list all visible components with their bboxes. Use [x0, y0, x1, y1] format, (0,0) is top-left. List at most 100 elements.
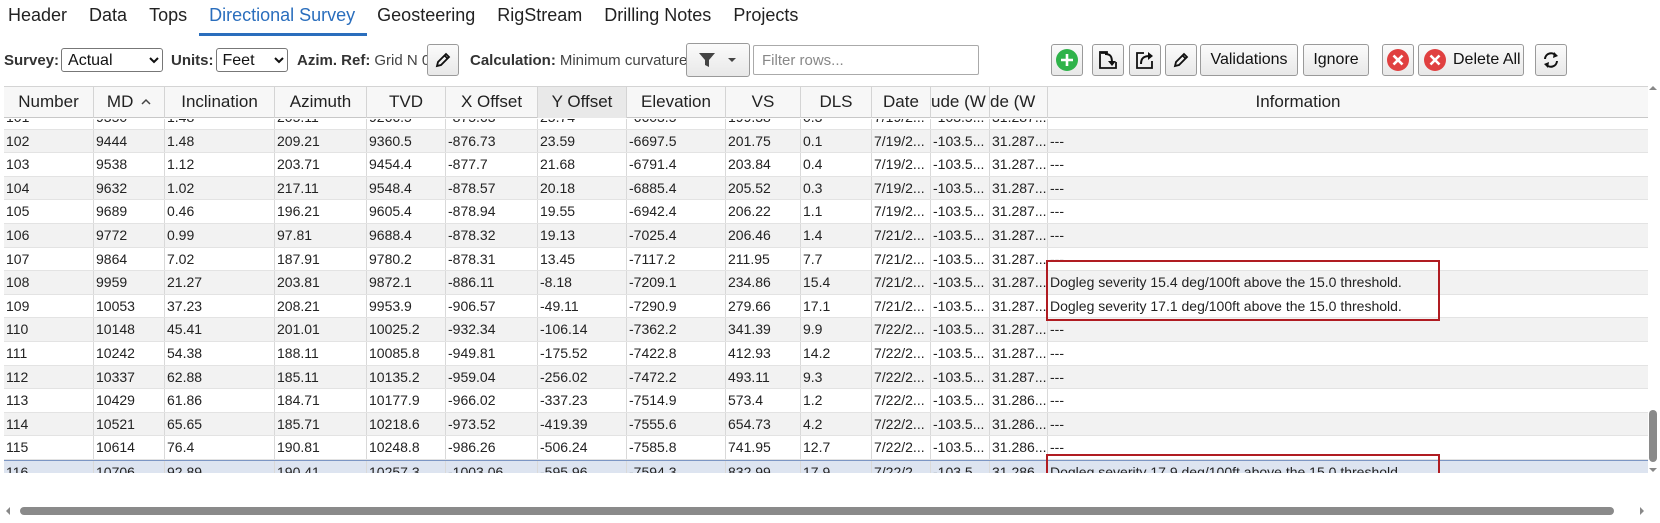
cell-information: --- [1050, 368, 1064, 385]
tab-rigstream[interactable]: RigStream [487, 4, 594, 36]
column-header-y-offset[interactable]: Y Offset [538, 87, 627, 118]
cell-y-offset: -419.39 [538, 412, 627, 436]
cell-vs: 493.11 [726, 365, 801, 389]
cell-inclination: 65.65 [165, 412, 275, 436]
cell-number: 102 [4, 129, 94, 153]
cell-tvd: 9454.4 [367, 153, 446, 176]
tab-drilling-notes[interactable]: Drilling Notes [594, 4, 723, 36]
cell-latitude: 31.287... [990, 318, 1048, 341]
table-row[interactable]: 108 9959 21.27 203.81 9872.1 -886.11 -8.18 -720… [4, 271, 1648, 295]
cell-date: 7/19/2... [872, 200, 931, 223]
table-row[interactable]: 104 9632 1.02 217.11 9548.4 -878.57 20.18 -6885… [4, 176, 1648, 201]
table-row[interactable]: 110 10148 45.41 201.01 10025.2 -932.34 -106.14… [4, 318, 1648, 342]
cell-dls: 17.9 [801, 460, 872, 473]
column-header-x-offset[interactable]: X Offset [446, 87, 538, 118]
cell-tvd: 9780.2 [367, 247, 446, 271]
tab-bar: Header Data Tops Directional Survey Geos… [0, 0, 1660, 36]
cell-inclination: 0.46 [165, 200, 275, 223]
cell-inclination: 1.02 [165, 176, 275, 200]
cell-inclination: 7.02 [165, 247, 275, 271]
column-header-latitude[interactable]: de (W [990, 87, 1048, 118]
refresh-button[interactable] [1535, 44, 1567, 76]
tab-projects[interactable]: Projects [723, 4, 810, 36]
column-header-information[interactable]: Information [1048, 87, 1548, 118]
column-header-number[interactable]: Number [4, 87, 94, 118]
pencil-icon [435, 52, 451, 68]
tab-directional-survey[interactable]: Directional Survey [199, 4, 368, 36]
cell-longitude: -103.5... [931, 247, 990, 271]
cell-y-offset: -8.18 [538, 271, 627, 294]
cell-md: 9632 [94, 176, 165, 200]
cell-dls: 1.2 [801, 389, 872, 412]
cell-latitude: 31.287... [990, 247, 1048, 271]
cell-vs: 199.38 [726, 119, 801, 129]
edit-row-button[interactable] [1165, 44, 1197, 76]
table-row[interactable]: 116 10706 92.89 190.41 10257.3 -1003.06 -595.9… [4, 459, 1648, 473]
cell-number: 109 [4, 294, 94, 318]
import-button[interactable] [1092, 44, 1124, 76]
validations-button[interactable]: Validations [1200, 44, 1298, 76]
cell-azimuth: 201.01 [275, 318, 367, 341]
table-row[interactable]: 111 10242 54.38 188.11 10085.8 -949.81 -175.52… [4, 341, 1648, 366]
cell-tvd: 9266.5 [367, 119, 446, 129]
table-row[interactable]: 109 10053 37.23 208.21 9953.9 -906.57 -49.11 -7… [4, 294, 1648, 319]
delete-all-button[interactable]: Delete All [1418, 44, 1524, 76]
filter-menu-button[interactable] [686, 43, 750, 77]
table-row[interactable]: 106 9772 0.99 97.81 9688.4 -878.32 19.13 -7025.… [4, 223, 1648, 248]
delete-icon [1387, 49, 1409, 71]
delete-row-button[interactable] [1382, 44, 1414, 76]
cell-tvd: 9548.4 [367, 176, 446, 200]
survey-label: Survey: [4, 51, 60, 69]
table-row[interactable]: 115 10614 76.4 190.81 10248.8 -986.26 -506.24-… [4, 436, 1648, 460]
cell-number: 115 [4, 436, 94, 459]
tab-geosteering[interactable]: Geosteering [367, 4, 487, 36]
cell-md: 10706 [94, 460, 165, 473]
horizontal-scrollbar[interactable] [4, 504, 1646, 518]
tab-header[interactable]: Header [0, 4, 79, 36]
cell-elevation: -7555.6 [627, 412, 726, 436]
filter-icon [699, 53, 715, 67]
cell-date: 7/21/2... [872, 271, 931, 294]
cell-number: 113 [4, 389, 94, 412]
cell-dls: 12.7 [801, 436, 872, 459]
add-row-button[interactable] [1051, 44, 1083, 76]
table-row[interactable]: 105 9689 0.46 196.21 9605.4 -878.94 19.55 -6942… [4, 200, 1648, 224]
tab-data[interactable]: Data [79, 4, 139, 36]
cell-information: --- [1050, 179, 1064, 196]
cell-elevation: -7514.9 [627, 389, 726, 412]
column-header-elevation[interactable]: Elevation [627, 87, 726, 118]
column-header-inclination[interactable]: Inclination [165, 87, 275, 118]
table-row[interactable]: 107 9864 7.02 187.91 9780.2 -878.31 13.45 -7117… [4, 247, 1648, 272]
column-header-md[interactable]: MD [94, 87, 165, 118]
filter-rows-input[interactable] [753, 45, 979, 75]
ignore-button[interactable]: Ignore [1303, 44, 1369, 76]
table-row[interactable]: 112 10337 62.88 185.11 10135.2 -959.04 -256.02… [4, 365, 1648, 390]
cell-latitude: 31.287... [990, 153, 1048, 176]
cell-longitude: -103.5... [931, 389, 990, 412]
cell-elevation: -6603.5 [627, 119, 726, 129]
cell-longitude: -103.5... [931, 318, 990, 341]
export-button[interactable] [1129, 44, 1161, 76]
cell-elevation: -7025.4 [627, 223, 726, 247]
tab-tops[interactable]: Tops [139, 4, 199, 36]
column-header-longitude[interactable]: ude (W [931, 87, 990, 118]
column-header-date[interactable]: Date [872, 87, 931, 118]
survey-select[interactable]: Actual [61, 48, 164, 72]
column-header-dls[interactable]: DLS [801, 87, 872, 118]
column-header-azimuth[interactable]: Azimuth [275, 87, 367, 118]
edit-azim-ref-button[interactable] [427, 44, 459, 76]
column-header-vs[interactable]: VS [726, 87, 801, 118]
table-row[interactable]: 113 10429 61.86 184.71 10177.9 -966.02 -337.23… [4, 389, 1648, 413]
cell-azimuth: 203.71 [275, 153, 367, 176]
cell-md: 10053 [94, 294, 165, 318]
cell-vs: 412.93 [726, 341, 801, 365]
cell-information: --- [1050, 392, 1064, 409]
table-row[interactable]: 103 9538 1.12 203.71 9454.4 -877.7 21.68 -6791.… [4, 153, 1648, 177]
units-select[interactable]: Feet [215, 48, 288, 72]
table-row[interactable]: 102 9444 1.48 209.21 9360.5 -876.73 23.59 -6697… [4, 129, 1648, 154]
table-row[interactable]: 10193501.48205.119266.5-875.6325.74-6603… [4, 119, 1648, 130]
cell-latitude: 31.287... [990, 119, 1048, 129]
column-header-tvd[interactable]: TVD [367, 87, 446, 118]
vertical-scrollbar[interactable] [1646, 84, 1660, 504]
table-row[interactable]: 114 10521 65.65 185.71 10218.6 -973.52 -419.39… [4, 412, 1648, 437]
